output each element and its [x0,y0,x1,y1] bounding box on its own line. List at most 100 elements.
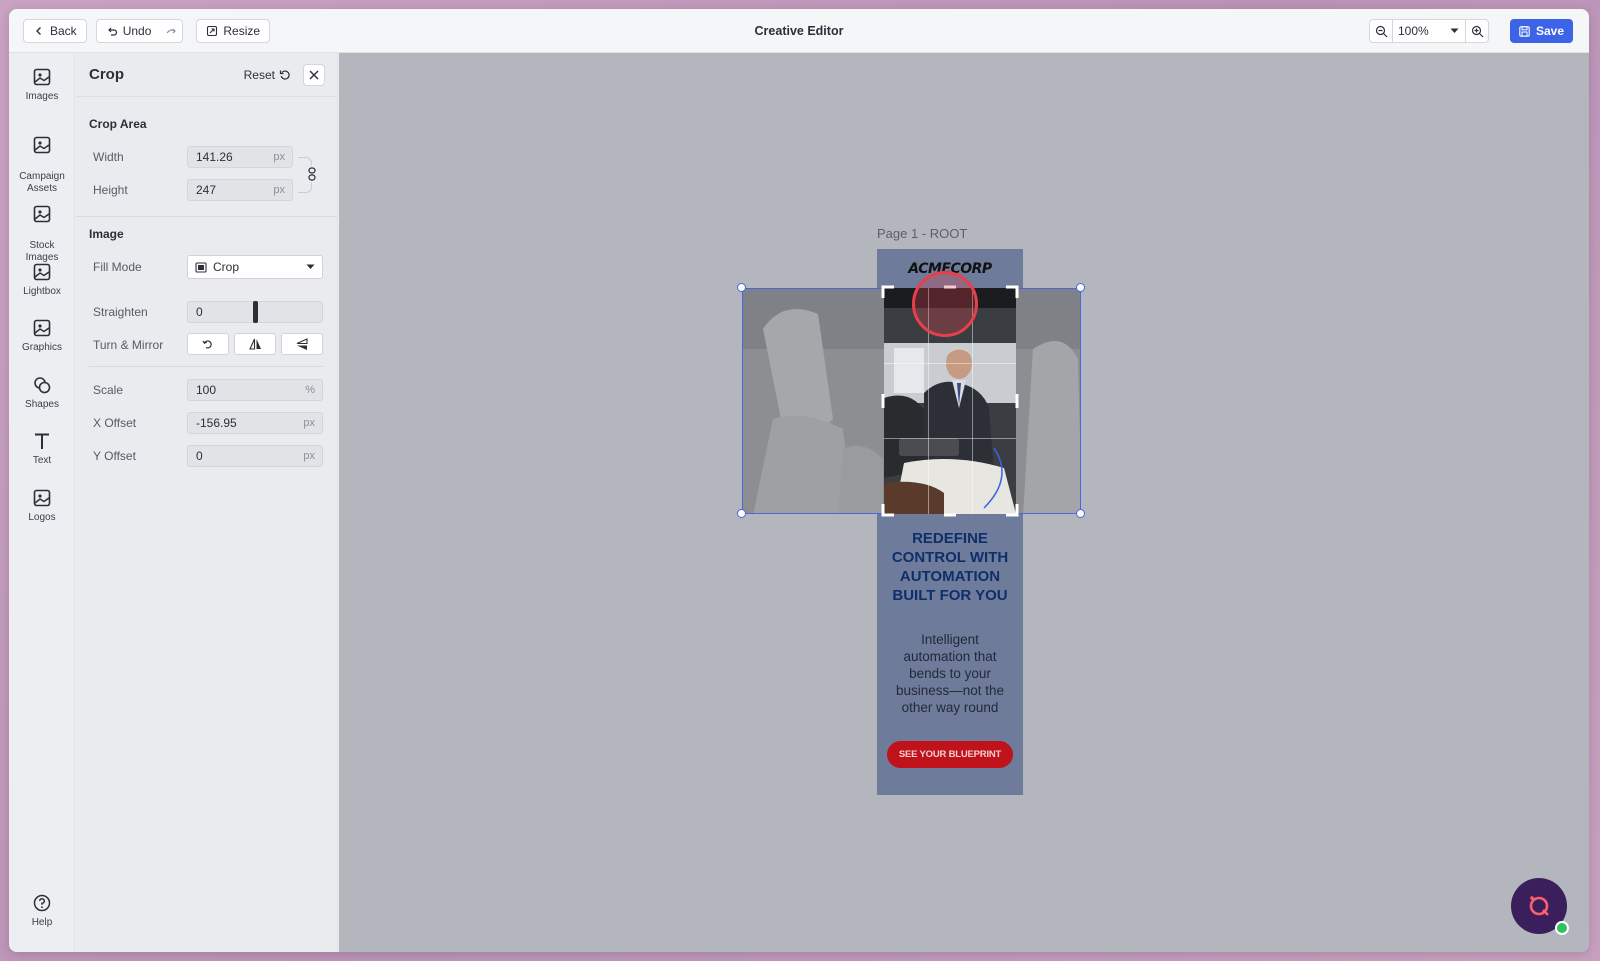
undo-button[interactable]: Undo [95,18,162,43]
rail-item-label: Shapes [25,399,59,410]
shapes-icon [34,377,51,394]
left-rail: Images Campaign Assets Stock Images Ligh… [9,53,75,952]
resize-button[interactable]: Resize [196,18,271,43]
height-value: 247 [196,183,217,197]
scale-label: Scale [93,383,124,397]
caret-down-icon [1450,28,1459,33]
zoom-controls: 100% [1369,19,1489,43]
x-offset-label: X Offset [93,416,137,430]
chat-launcher-button[interactable] [1511,878,1569,935]
caret-down-icon [306,264,315,269]
flip-horizontal-button[interactable] [234,333,276,355]
floppy-icon [1519,25,1530,37]
width-value: 141.26 [196,150,233,164]
crop-panel: Crop Reset Crop Area Width 141.26 px Hei… [76,53,338,952]
help-icon [33,894,51,912]
rotate-icon [202,340,212,349]
rail-item-stock-images[interactable]: Stock Images [9,192,75,264]
rail-item-label: Lightbox [23,286,61,297]
resize-icon [207,25,218,36]
image-heading: Image [89,227,124,241]
image-icon [33,205,51,223]
chat-icon [1529,896,1549,916]
x-offset-unit: px [303,417,315,429]
scale-input[interactable]: 100 % [187,379,323,401]
rail-item-campaign-assets[interactable]: Campaign Assets [9,123,75,195]
rail-item-lightbox[interactable]: Lightbox [9,262,75,298]
flip-vertical-icon [296,337,308,350]
height-unit: px [273,184,285,196]
height-input[interactable]: 247 px [187,179,293,201]
redo-button[interactable] [160,18,184,43]
crop-area-heading: Crop Area [89,117,147,131]
y-offset-input[interactable]: 0 px [187,445,323,467]
aspect-lock-toggle[interactable] [305,166,319,182]
panel-header: Crop Reset [76,53,337,97]
resize-label: Resize [223,23,261,38]
close-panel-button[interactable] [303,63,325,86]
reset-label: Reset [243,67,275,82]
y-offset-label: Y Offset [93,449,136,463]
width-label: Width [93,150,124,164]
rail-item-label: Graphics [21,342,62,353]
resize-handle-ne[interactable] [1076,283,1085,292]
fill-mode-select[interactable]: Crop [187,255,323,279]
fill-mode-label: Fill Mode [93,260,142,274]
cta-button[interactable]: SEE YOUR BLUEPRINT [887,741,1013,768]
cursor-highlight [912,271,978,337]
height-label: Height [93,183,128,197]
straighten-slider[interactable]: 0 [187,301,323,323]
back-label: Back [50,23,77,38]
rail-item-logos[interactable]: Logos [9,488,75,524]
zoom-in-icon [1471,25,1483,37]
scale-unit: % [305,384,315,396]
canvas-area[interactable]: Page 1 - ROOT ACMECORP REDEFINE CONTROL … [339,53,1589,952]
image-icon [33,68,51,86]
editor-window: Back Undo Resize Creative Editor 100% Sa… [9,9,1589,952]
rotate-button[interactable] [187,333,229,355]
fill-mode-value: Crop [213,260,240,274]
turn-mirror-label: Turn & Mirror [93,338,164,352]
resize-handle-sw[interactable] [737,509,746,518]
redo-icon [166,28,177,33]
rail-item-images[interactable]: Images [9,67,75,103]
top-bar: Back Undo Resize Creative Editor 100% Sa… [9,9,1589,53]
rail-item-text[interactable]: Text [9,431,75,467]
back-button[interactable]: Back [23,18,87,43]
rail-item-label: Help [31,917,53,928]
resize-handle-se[interactable] [1076,509,1085,518]
rail-item-label: Text [32,455,52,466]
rail-item-label: Logos [28,512,56,523]
width-unit: px [273,151,285,163]
text-icon [35,433,49,449]
link-icon [308,167,316,181]
zoom-in-button[interactable] [1465,19,1489,43]
x-offset-input[interactable]: -156.95 px [187,412,323,434]
online-status-dot [1555,921,1569,935]
resize-handle-nw[interactable] [737,283,746,292]
flip-horizontal-icon [248,338,261,350]
reset-button[interactable]: Reset [244,68,291,82]
scale-value: 100 [196,383,217,397]
image-icon [33,263,51,281]
y-offset-value: 0 [196,449,203,463]
image-icon [33,136,51,154]
reset-icon [279,69,290,80]
rail-item-help[interactable]: Help [9,893,75,929]
rail-item-label: Images [25,91,59,102]
straighten-handle[interactable] [253,301,258,323]
ad-subtext[interactable]: Intelligent automation that bends to you… [887,631,1013,716]
page-label: Page 1 - ROOT [877,226,968,241]
image-icon [33,489,51,507]
zoom-select[interactable]: 100% [1393,19,1465,43]
save-label: Save [1535,24,1564,38]
save-button[interactable]: Save [1509,19,1573,43]
flip-vertical-button[interactable] [281,333,323,355]
width-input[interactable]: 141.26 px [187,146,293,168]
zoom-value: 100% [1398,24,1429,38]
rail-item-shapes[interactable]: Shapes [9,375,75,411]
rail-item-graphics[interactable]: Graphics [9,318,75,354]
ad-headline[interactable]: REDEFINE CONTROL WITH AUTOMATION BUILT F… [883,529,1017,605]
close-icon [309,70,319,79]
zoom-out-button[interactable] [1369,19,1393,43]
